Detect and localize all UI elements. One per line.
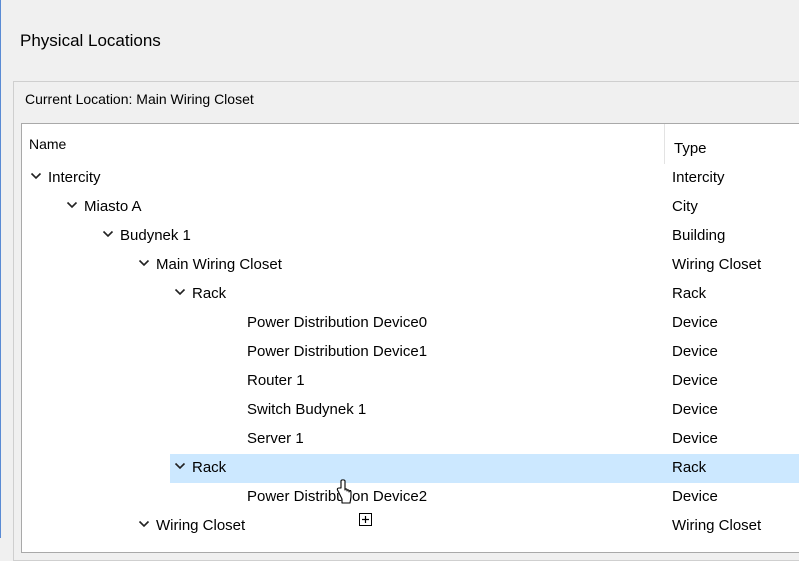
tree-row-type: Intercity	[672, 169, 725, 186]
tree-row-label: Router 1	[247, 372, 305, 389]
tree-row[interactable]: Server 1 Device	[22, 425, 799, 454]
tree-row-label: Rack	[192, 459, 227, 476]
window-border	[0, 0, 1, 538]
tree-row-type: Wiring Closet	[672, 256, 762, 273]
tree-row[interactable]: Intercity Intercity	[22, 164, 799, 193]
chevron-down-icon[interactable]	[174, 286, 186, 298]
tree-row-label: Power Distribution Device1	[247, 343, 428, 360]
tree-row[interactable]: Wiring Closet Wiring Closet	[22, 512, 799, 541]
tree-row[interactable]: Main Wiring Closet Wiring Closet	[22, 251, 799, 280]
tree-row[interactable]: Router 1 Device	[22, 367, 799, 396]
dialog-title: Physical Locations	[20, 31, 161, 50]
tree-row-label: Power Distribution Device0	[247, 314, 428, 331]
tree-row[interactable]: Power Distribution Device2 Device	[22, 483, 799, 512]
chevron-down-icon[interactable]	[102, 228, 114, 240]
column-divider[interactable]	[664, 124, 665, 164]
tree-row-label: Miasto A	[84, 198, 142, 215]
tree-row-label: Rack	[192, 285, 227, 302]
tree-row[interactable]: Rack Rack	[22, 280, 799, 309]
tree-row[interactable]: Budynek 1 Building	[22, 222, 799, 251]
tree-row-type: Device	[672, 430, 718, 447]
tree-row-label: Server 1	[247, 430, 304, 447]
chevron-down-icon[interactable]	[138, 257, 150, 269]
mouse-cursor-icon	[336, 479, 356, 512]
tree-row-type: Device	[672, 401, 718, 418]
tree-row-type: Rack	[672, 285, 707, 302]
chevron-down-icon[interactable]	[30, 170, 42, 182]
chevron-down-icon[interactable]	[66, 199, 78, 211]
tree-row-type: Device	[672, 488, 718, 505]
tree-row-type: Rack	[672, 459, 707, 476]
tree-header: Name Type	[22, 124, 799, 164]
tree-row-label: Wiring Closet	[156, 517, 246, 534]
tree-row-label: Budynek 1	[120, 227, 191, 244]
chevron-down-icon[interactable]	[174, 460, 186, 472]
current-location-label: Current Location: Main Wiring Closet	[25, 91, 254, 107]
drag-add-icon	[359, 513, 372, 531]
tree-row-label: Intercity	[48, 169, 101, 186]
tree-row-type: Device	[672, 314, 718, 331]
tree-row-type: Device	[672, 343, 718, 360]
tree-row[interactable]: Power Distribution Device0 Device	[22, 309, 799, 338]
column-header-name[interactable]: Name	[29, 136, 66, 152]
tree-row[interactable]: Switch Budynek 1 Device	[22, 396, 799, 425]
tree-row-type: Device	[672, 372, 718, 389]
tree-row-type: Wiring Closet	[672, 517, 762, 534]
tree-row-type: City	[672, 198, 698, 215]
tree-row[interactable]: Miasto A City	[22, 193, 799, 222]
chevron-down-icon[interactable]	[138, 518, 150, 530]
tree-row-type: Building	[672, 227, 726, 244]
tree-row[interactable]: Power Distribution Device1 Device	[22, 338, 799, 367]
column-header-type[interactable]: Type	[674, 140, 707, 157]
tree-row-label: Main Wiring Closet	[156, 256, 282, 273]
tree-row-label: Switch Budynek 1	[247, 401, 367, 418]
tree-row[interactable]: Rack Rack	[22, 454, 799, 483]
